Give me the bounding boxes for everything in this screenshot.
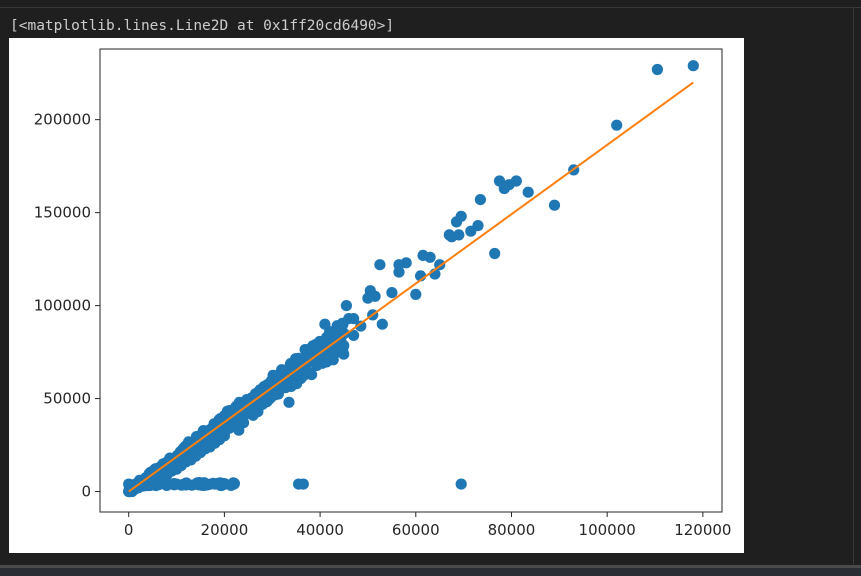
bottom-panel-strip xyxy=(0,568,861,576)
scatter-point xyxy=(190,478,202,490)
scatter-point xyxy=(450,216,463,228)
y-tick-label: 50000 xyxy=(43,390,91,408)
x-tick-label: 120000 xyxy=(674,521,731,539)
x-tick-label: 80000 xyxy=(488,521,536,539)
scatter-point xyxy=(151,478,163,490)
scatter-point xyxy=(319,318,331,330)
scatter-point xyxy=(218,478,230,490)
scatter-point xyxy=(548,199,561,211)
scatter-point xyxy=(297,478,309,490)
fit-line xyxy=(128,81,694,493)
scatter-point xyxy=(374,259,386,271)
y-tick-label: 200000 xyxy=(34,111,91,129)
x-tick-label: 20000 xyxy=(201,521,249,539)
scatter-point xyxy=(228,478,240,490)
scatter-point xyxy=(474,194,486,206)
y-tick-label: 100000 xyxy=(34,297,91,315)
y-axis-ticks: 0 50000 100000 150000 200000 xyxy=(34,111,100,501)
scatter-point xyxy=(417,249,429,261)
scatter-point xyxy=(386,287,398,299)
scatter-point xyxy=(446,231,458,243)
scatter-point xyxy=(362,292,374,304)
plot-figure: 0 20000 40000 60000 80000 100000 120000 0 50000… xyxy=(9,38,744,553)
scatter-point xyxy=(161,478,173,490)
scatter-point xyxy=(455,478,467,490)
scatter-point xyxy=(498,182,510,195)
cell-output-repr: [<matplotlib.lines.Line2D at 0x1ff20cd64… xyxy=(10,18,395,34)
cell-top-border xyxy=(0,7,861,8)
scatter-point xyxy=(651,63,664,76)
x-tick-label: 0 xyxy=(124,521,134,539)
scatter-point xyxy=(199,478,211,490)
scatter-point xyxy=(611,119,623,131)
scatter-point xyxy=(393,266,405,278)
x-tick-label: 60000 xyxy=(392,521,440,539)
scatter-point xyxy=(522,186,534,198)
scatter-point xyxy=(340,300,352,312)
scatter-point xyxy=(171,478,183,490)
y-tick-label: 150000 xyxy=(34,204,91,222)
y-tick-label: 0 xyxy=(81,483,91,501)
scatter-point xyxy=(283,396,295,408)
scatter-point xyxy=(489,247,501,260)
scatter-point xyxy=(410,288,422,300)
scatter-point xyxy=(465,225,477,237)
scatter-point xyxy=(687,60,699,72)
x-tick-label: 100000 xyxy=(579,521,636,539)
x-axis-ticks: 0 20000 40000 60000 80000 100000 120000 xyxy=(124,512,731,539)
scatter-chart: 0 20000 40000 60000 80000 100000 120000 0 50000… xyxy=(34,48,731,539)
chart-marks xyxy=(123,60,699,498)
scatter-point xyxy=(376,318,388,330)
x-tick-label: 40000 xyxy=(296,521,344,539)
scatter-point xyxy=(343,313,355,325)
cell-right-border xyxy=(853,8,854,564)
